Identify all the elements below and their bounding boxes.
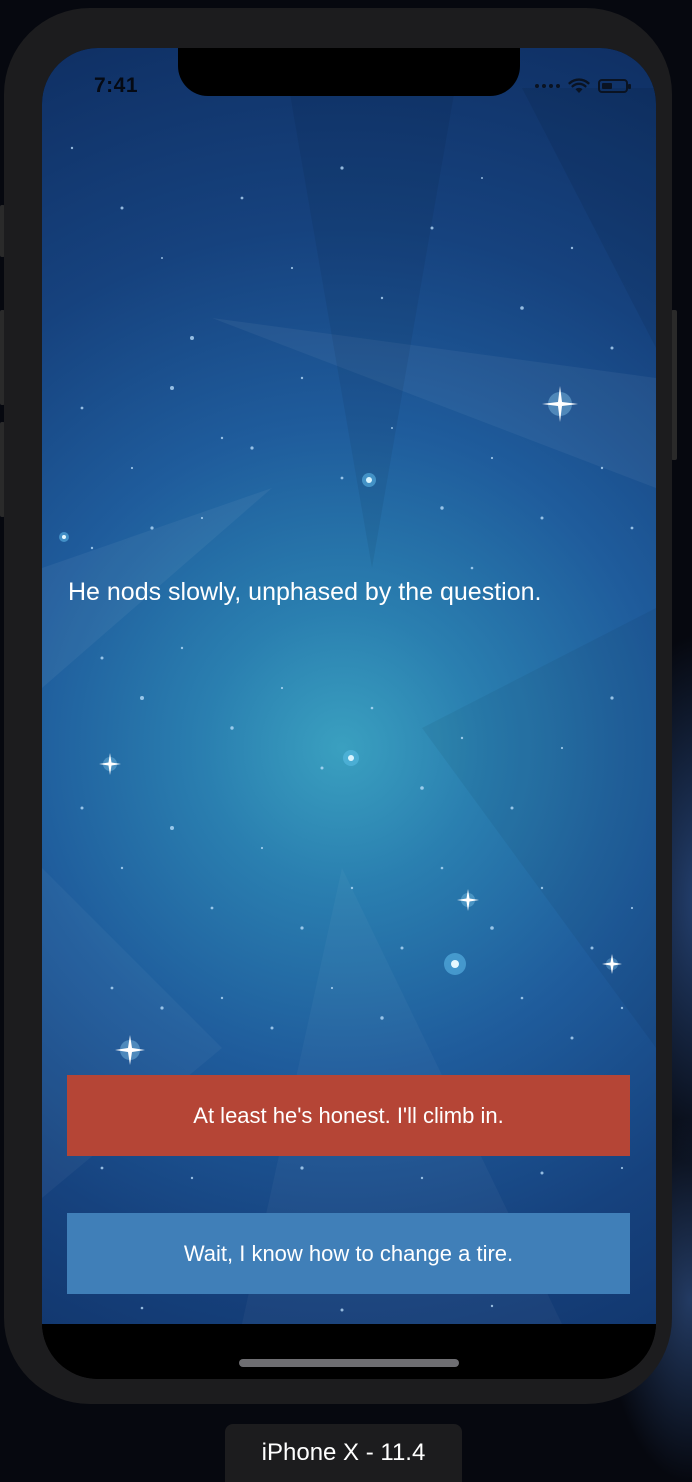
choice-climb-in-button[interactable]: At least he's honest. I'll climb in. xyxy=(67,1075,630,1156)
battery-icon xyxy=(598,79,631,93)
wifi-icon xyxy=(568,78,590,93)
home-indicator-area xyxy=(42,1324,656,1379)
status-bar-time: 7:41 xyxy=(94,74,139,97)
iphone-device-frame: 7:41 He nods slowly, unphased by the que… xyxy=(4,8,672,1404)
status-bar-icons xyxy=(535,76,631,96)
cellular-signal-icon xyxy=(535,84,560,88)
story-text: He nods slowly, unphased by the question… xyxy=(68,578,542,606)
choice-change-tire-button[interactable]: Wait, I know how to change a tire. xyxy=(67,1213,630,1294)
home-indicator[interactable] xyxy=(239,1359,459,1367)
device-notch xyxy=(178,48,520,96)
phone-screen: 7:41 He nods slowly, unphased by the que… xyxy=(42,48,656,1379)
simulator-desktop-background: 7:41 He nods slowly, unphased by the que… xyxy=(0,0,692,1482)
simulator-device-label: iPhone X - 11.4 xyxy=(225,1424,462,1482)
